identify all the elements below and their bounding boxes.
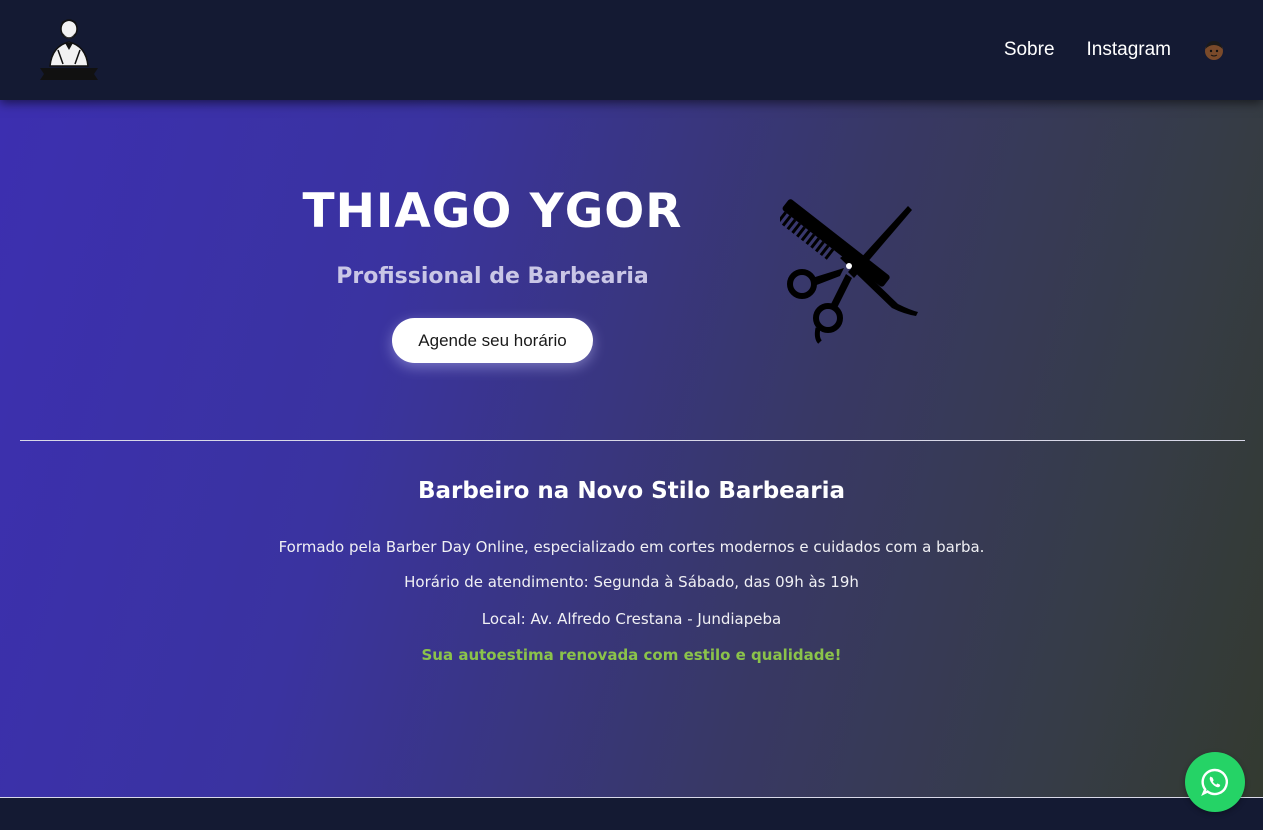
nav-link-sobre[interactable]: Sobre xyxy=(1004,39,1055,61)
main-nav: Sobre Instagram xyxy=(972,34,1225,66)
schedule-button[interactable]: Agende seu horário xyxy=(392,318,593,363)
site-header: Sobre Instagram xyxy=(0,0,1263,100)
about-location-text: Local: Av. Alfredo Crestana - Jundiapeba xyxy=(481,610,782,628)
scissors-comb-icon xyxy=(780,199,918,344)
about-hours-text: Horário de atendimento: Segunda à Sábado… xyxy=(404,573,859,591)
about-title: Barbeiro na Novo Stilo Barbearia xyxy=(417,478,846,504)
about-training-text: Formado pela Barber Day Online, especial… xyxy=(278,538,985,556)
nav-link-instagram[interactable]: Instagram xyxy=(1087,39,1171,61)
about-tagline: Sua autoestima renovada com estilo e qua… xyxy=(421,646,842,664)
whatsapp-icon xyxy=(1201,768,1228,797)
face-emoji-icon[interactable] xyxy=(1203,39,1225,61)
section-divider xyxy=(20,440,1245,441)
hero-section: THIAGO YGOR Profissional de Barbearia Ag… xyxy=(0,100,1263,797)
barber-logo-icon[interactable] xyxy=(36,14,102,82)
hero-title: THIAGO YGOR xyxy=(302,184,683,239)
site-footer xyxy=(0,798,1263,830)
whatsapp-button[interactable] xyxy=(1185,752,1245,812)
hero-subtitle: Profissional de Barbearia xyxy=(336,264,649,289)
